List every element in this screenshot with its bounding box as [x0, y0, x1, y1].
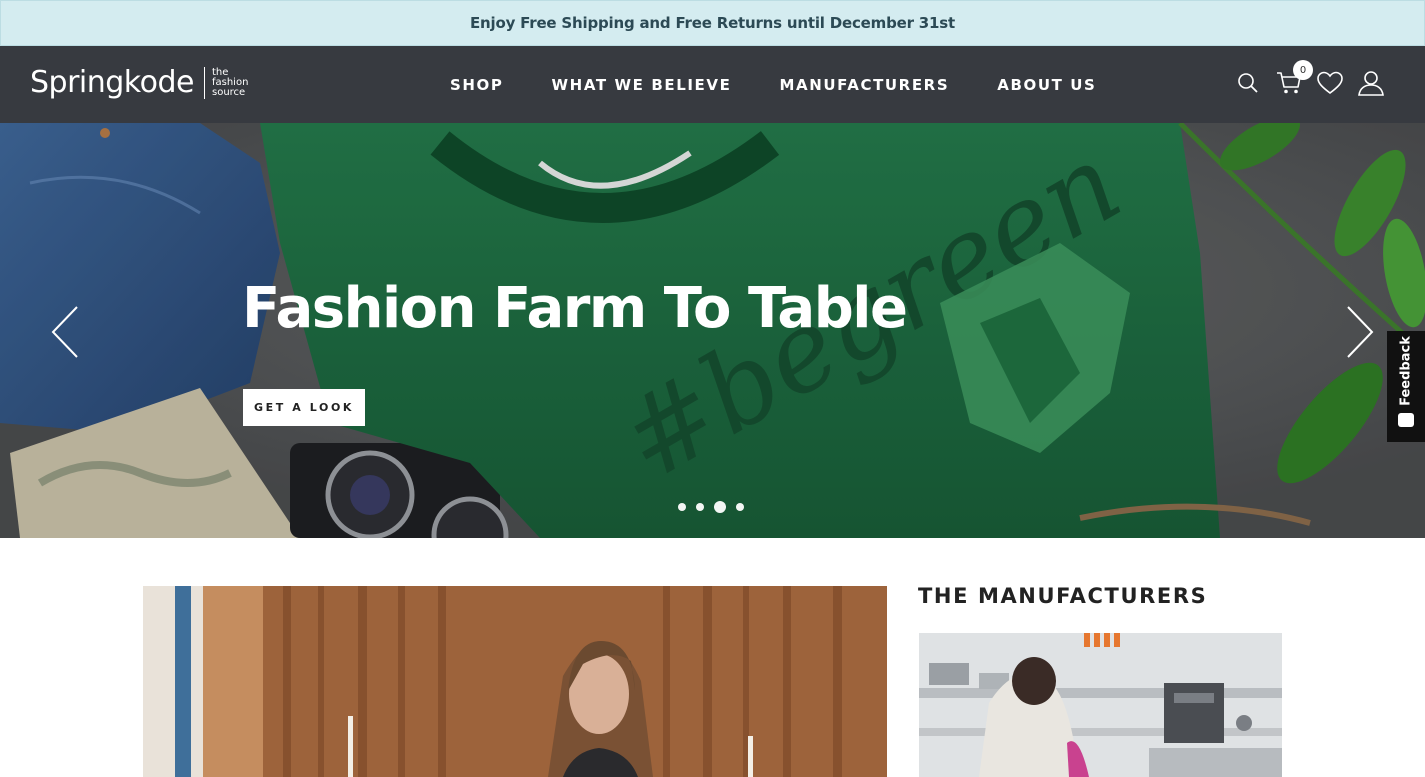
logo-wordmark: Springkode	[30, 65, 194, 100]
slide-dot[interactable]	[714, 501, 726, 513]
nav-item-manufacturers[interactable]: MANUFACTURERS	[779, 76, 949, 94]
next-slide-arrow-icon[interactable]	[1345, 305, 1375, 359]
promo-text: Enjoy Free Shipping and Free Returns unt…	[470, 14, 955, 32]
hero-title: Fashion Farm To Table	[242, 276, 908, 341]
promo-bar: Enjoy Free Shipping and Free Returns unt…	[0, 0, 1425, 46]
feedback-smiley-icon	[1398, 413, 1414, 427]
nav-item-what-we-believe[interactable]: WHAT WE BELIEVE	[552, 76, 732, 94]
feedback-tab[interactable]: Feedback	[1387, 331, 1425, 442]
slide-dot[interactable]	[678, 503, 686, 511]
cart-count-badge: 0	[1293, 60, 1313, 80]
prev-slide-arrow-icon[interactable]	[50, 305, 80, 359]
header-icons: 0	[1221, 60, 1385, 98]
hero-slider: #begreen Fashion Farm To Table GET A LOO…	[0, 123, 1425, 538]
manufacturers-heading: THE MANUFACTURERS	[918, 584, 1208, 608]
slide-dot[interactable]	[736, 503, 744, 511]
logo-divider	[203, 67, 205, 99]
nav-item-about-us[interactable]: ABOUT US	[997, 76, 1096, 94]
manufacturers-photo-image	[919, 633, 1282, 777]
feedback-label: Feedback	[1398, 336, 1414, 406]
nav-item-shop[interactable]: SHOP	[450, 76, 504, 94]
logo[interactable]: Springkode the fashion source	[30, 66, 248, 100]
search-icon[interactable]	[1234, 68, 1262, 98]
user-icon[interactable]	[1357, 68, 1385, 98]
logo-tagline: the fashion source	[212, 68, 248, 98]
heart-icon[interactable]	[1316, 68, 1344, 98]
main-nav: SHOP WHAT WE BELIEVE MANUFACTURERS ABOUT…	[450, 46, 1096, 123]
get-a-look-button[interactable]: GET A LOOK	[243, 389, 365, 426]
feature-photo[interactable]	[143, 586, 887, 777]
site-header: Springkode the fashion source SHOP WHAT …	[0, 46, 1425, 123]
manufacturers-photo[interactable]	[919, 633, 1282, 777]
slide-dots	[678, 501, 754, 513]
cart-icon[interactable]: 0	[1275, 60, 1313, 98]
slide-dot[interactable]	[696, 503, 704, 511]
feature-photo-image	[143, 586, 887, 777]
logo-tagline-line: source	[211, 87, 246, 98]
